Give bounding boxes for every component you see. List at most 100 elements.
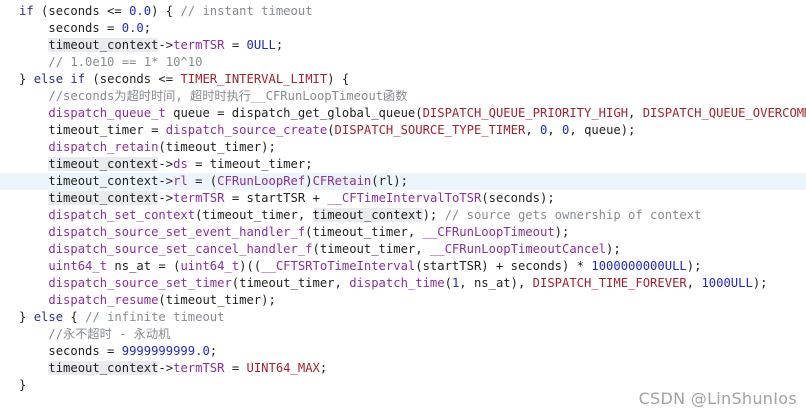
code-line[interactable]: if (seconds <= 0.0) { // instant timeout xyxy=(0,3,806,20)
code-token: dispatch_queue_t xyxy=(48,106,166,120)
code-token: = xyxy=(224,361,247,375)
code-editor[interactable]: if (seconds <= 0.0) { // instant timeout… xyxy=(0,0,806,415)
code-line[interactable]: timeout_context->termTSR = 0ULL; xyxy=(0,37,806,54)
code-token: dispatch_time xyxy=(349,276,445,290)
code-token: 1000ULL xyxy=(701,276,753,290)
code-line[interactable]: seconds = 9999999999.0; xyxy=(0,343,806,360)
code-line[interactable]: dispatch_source_set_timer(timeout_timer,… xyxy=(0,275,806,292)
code-token: UINT64_MAX xyxy=(246,361,320,375)
code-token: ( xyxy=(327,123,335,137)
code-token: ; xyxy=(143,21,152,35)
code-token: // 1.0e10 == 1* 10^10 xyxy=(48,55,203,69)
code-token: ) xyxy=(305,174,313,188)
code-token: timeout_context xyxy=(48,38,159,52)
code-token: (rl); xyxy=(371,174,408,188)
code-token: -> xyxy=(158,174,174,188)
code-line[interactable]: dispatch_resume(timeout_timer); xyxy=(0,292,806,309)
code-token: 0.0 xyxy=(129,4,152,18)
code-token: (timeout_timer, xyxy=(312,242,430,256)
code-token: ); xyxy=(752,276,768,290)
code-token: rl xyxy=(173,174,188,188)
code-token: -> xyxy=(158,157,174,171)
code-token: ( xyxy=(444,276,452,290)
code-token: TIMER_INTERVAL_LIMIT xyxy=(180,72,328,86)
code-area[interactable]: if (seconds <= 0.0) { // instant timeout… xyxy=(0,3,806,394)
code-token: ); xyxy=(554,225,570,239)
code-token: 0.0 xyxy=(121,21,144,35)
code-token: (seconds <= xyxy=(85,72,181,86)
code-token: } xyxy=(19,72,34,86)
code-token: } xyxy=(19,378,27,392)
code-token: = timeout_timer; xyxy=(187,157,313,171)
code-line[interactable]: timeout_context->termTSR = UINT64_MAX; xyxy=(0,360,806,377)
code-token: DISPATCH_QUEUE_PRIORITY_HIGH xyxy=(422,106,629,120)
code-token: )(( xyxy=(239,259,262,273)
code-token: , queue); xyxy=(569,123,636,137)
code-line[interactable]: //永不超时 - 永动机 xyxy=(0,326,806,343)
code-token: ; xyxy=(275,38,284,52)
code-token: dispatch_source_set_cancel_handler_f xyxy=(48,242,313,256)
code-token: (seconds <= xyxy=(33,4,130,18)
code-line[interactable]: timeout_context->termTSR = startTSR + __… xyxy=(0,190,806,207)
code-line-current[interactable]: timeout_context->rl = (CFRunLoopRef)CFRe… xyxy=(0,173,806,190)
code-token: termTSR xyxy=(173,191,225,205)
code-token: ns_at = ( xyxy=(107,259,181,273)
code-token: ; xyxy=(319,361,328,375)
code-token: = ( xyxy=(187,174,218,188)
code-token: termTSR xyxy=(173,38,225,52)
code-token: (timeout_timer); xyxy=(158,140,276,154)
code-token: -> xyxy=(158,38,174,52)
code-line[interactable]: dispatch_retain(timeout_timer); xyxy=(0,139,806,156)
code-token: dispatch_source_set_event_handler_f xyxy=(48,225,306,239)
code-token: , xyxy=(547,123,563,137)
code-line[interactable]: // 1.0e10 == 1* 10^10 xyxy=(0,54,806,71)
code-token: uint64_t xyxy=(180,259,240,273)
code-line[interactable]: timeout_context->ds = timeout_timer; xyxy=(0,156,806,173)
code-token: timeout_context xyxy=(48,361,159,375)
code-token: 1000000000ULL xyxy=(591,259,687,273)
code-line[interactable]: uint64_t ns_at = (uint64_t)((__CFTSRToTi… xyxy=(0,258,806,275)
code-token: , ns_at), xyxy=(459,276,533,290)
code-line[interactable]: } else if (seconds <= TIMER_INTERVAL_LIM… xyxy=(0,71,806,88)
code-line[interactable]: dispatch_set_context(timeout_timer, time… xyxy=(0,207,806,224)
code-token: } xyxy=(19,310,34,324)
code-token: 9999999999.0 xyxy=(121,344,210,358)
code-line[interactable]: } else { // infinite timeout xyxy=(0,309,806,326)
code-token: timeout_context xyxy=(48,157,159,171)
code-token: __CFTimeIntervalToTSR xyxy=(327,191,482,205)
code-token: else if xyxy=(33,72,86,86)
csdn-watermark: CSDN @LinShunIos xyxy=(638,389,797,408)
code-line[interactable]: dispatch_source_set_cancel_handler_f(tim… xyxy=(0,241,806,258)
code-token: timeout_context xyxy=(48,191,159,205)
code-token: CFRunLoopRef xyxy=(217,174,306,188)
code-token: ); xyxy=(422,208,445,222)
code-token: dispatch_set_context xyxy=(48,208,196,222)
code-token: queue = dispatch_get_global_queue( xyxy=(165,106,423,120)
code-token: // instant timeout xyxy=(180,4,313,18)
code-line[interactable]: timeout_timer = dispatch_source_create(D… xyxy=(0,122,806,139)
code-line[interactable]: seconds = 0.0; xyxy=(0,20,806,37)
code-token: , xyxy=(686,276,702,290)
code-line[interactable]: //seconds为超时时间, 超时时执行__CFRunLoopTimeout函… xyxy=(0,88,806,105)
code-token: = startTSR + xyxy=(224,191,328,205)
code-token: // source gets ownership of context xyxy=(444,208,702,222)
code-token: timeout_context xyxy=(312,208,423,222)
code-token: // infinite timeout xyxy=(85,310,225,324)
code-line[interactable]: dispatch_source_set_event_handler_f(time… xyxy=(0,224,806,241)
code-token: seconds = xyxy=(48,21,122,35)
code-line[interactable]: dispatch_queue_t queue = dispatch_get_gl… xyxy=(0,105,806,122)
